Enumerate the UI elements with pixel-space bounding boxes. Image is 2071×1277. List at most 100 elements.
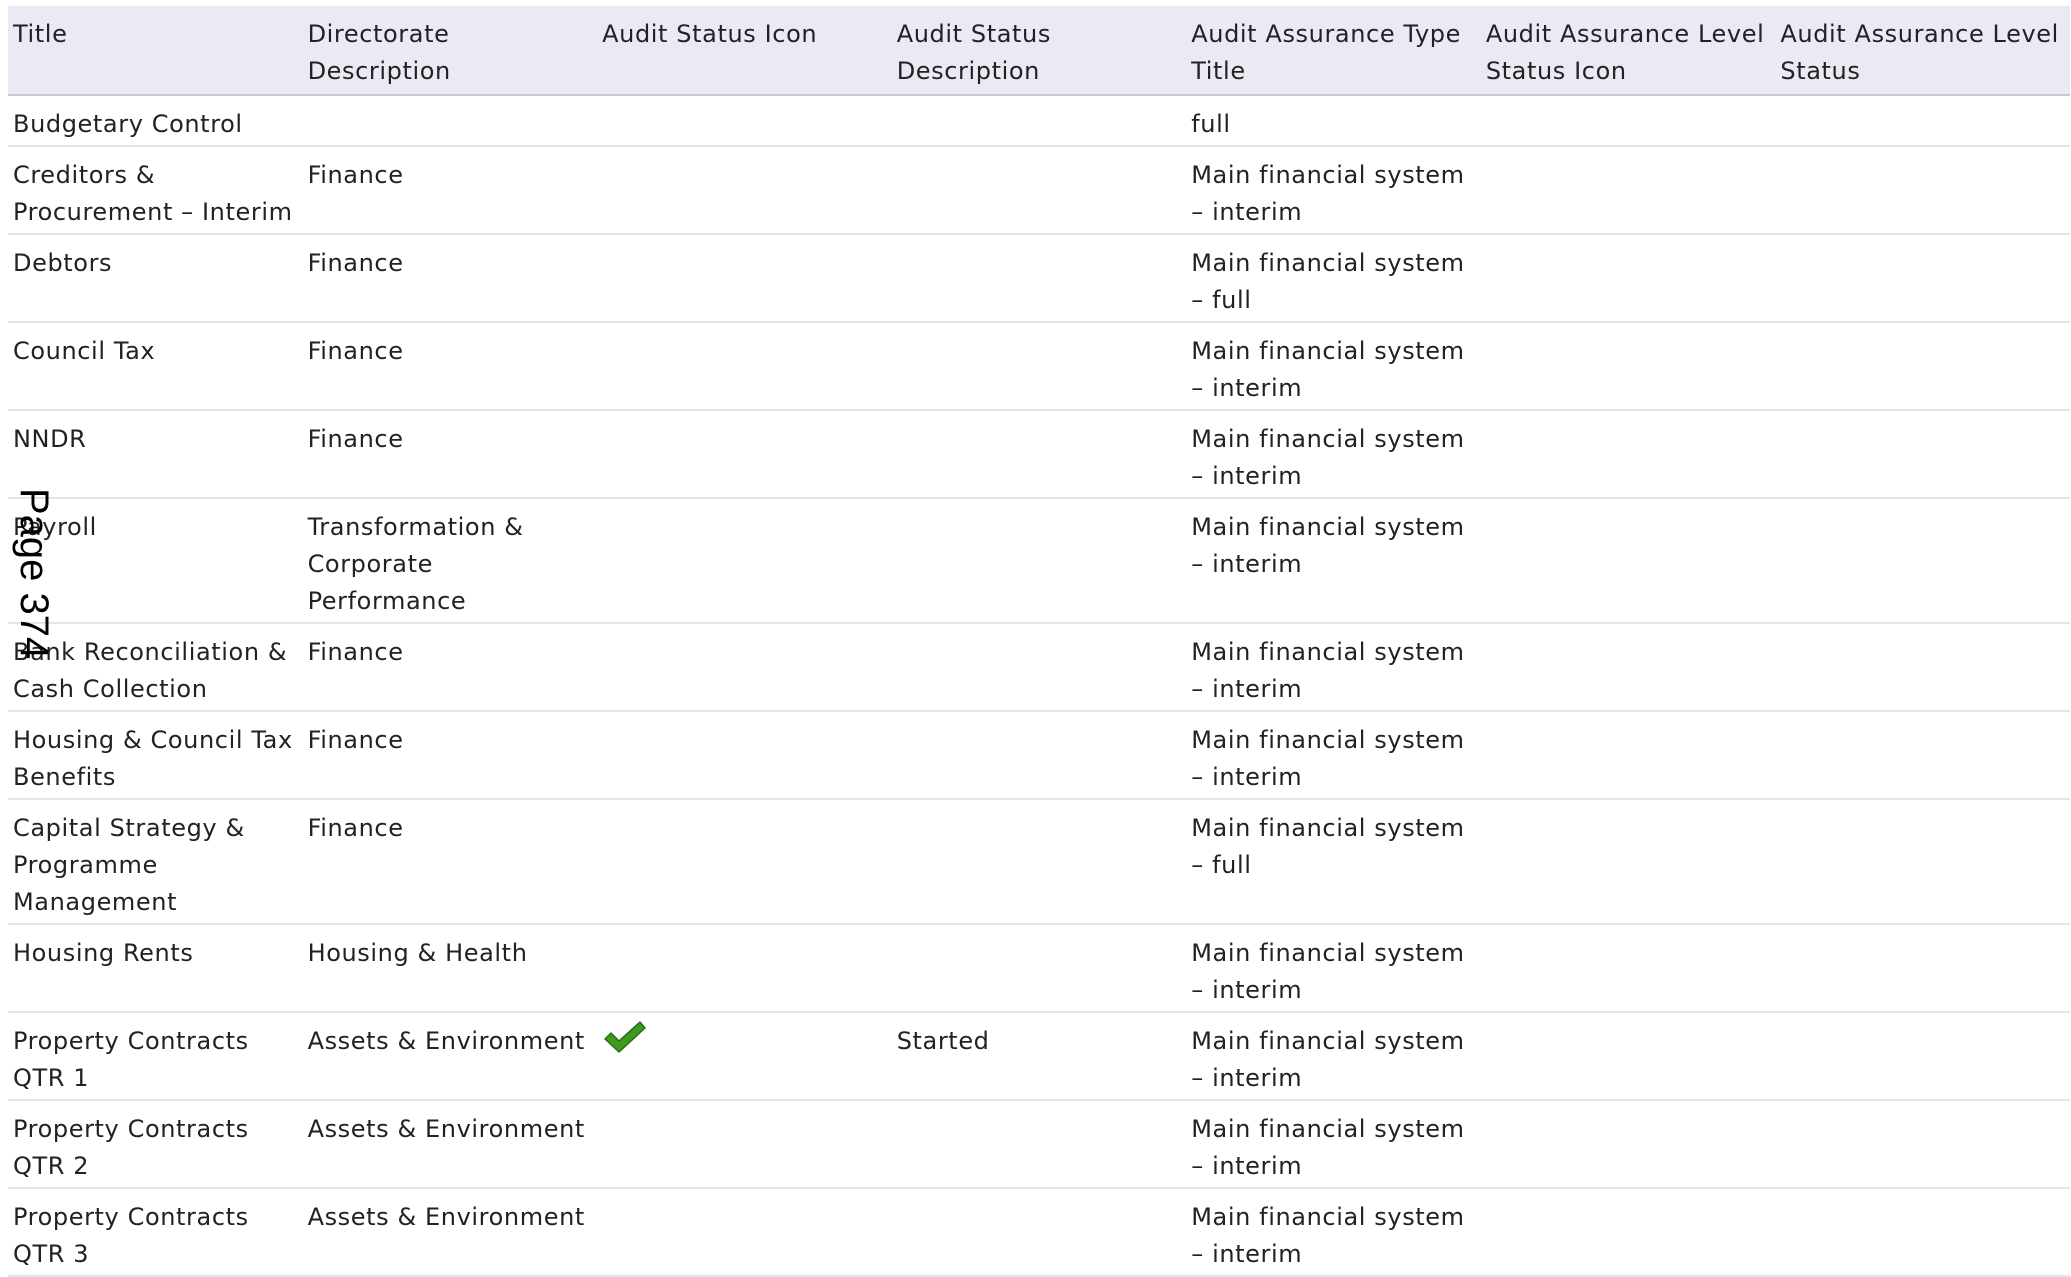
assurance-type-text: Main financial system – interim (1191, 726, 1465, 791)
assurance-level-status-cell (1775, 410, 2070, 499)
directorate-text: Finance (307, 161, 404, 189)
table-row: Payroll Transformation & Corporate Perfor… (8, 498, 2070, 624)
assurance-type-cell: Main financial system – full (1186, 234, 1481, 323)
title-text: NNDR (13, 425, 87, 453)
audit-status-description-cell (891, 924, 1187, 1013)
table-row: Council Tax Finance Main financial system … (8, 322, 2070, 411)
directorate-cell: Housing & Health (302, 924, 598, 1013)
assurance-type-cell: full (1186, 95, 1481, 147)
title-cell: Property Contracts QTR 1 (8, 1012, 303, 1101)
audit-status-description-cell (891, 234, 1187, 323)
assurance-type-text: Main financial system – interim (1191, 638, 1465, 703)
assurance-type-cell: Main financial system – interim (1186, 924, 1481, 1013)
title-text: Capital Strategy & Programme Management (13, 814, 245, 916)
audit-status-icon-cell (597, 924, 892, 1013)
directorate-cell: Finance (302, 410, 598, 499)
table-row: Property Contracts QTR 1 Assets & Environ… (8, 1012, 2070, 1101)
directorate-cell (302, 95, 598, 147)
assurance-level-icon-cell (1480, 498, 1776, 624)
assurance-level-status-cell (1775, 1100, 2070, 1189)
assurance-level-icon-cell (1480, 924, 1776, 1013)
assurance-type-cell: Main financial system – interim (1186, 1012, 1481, 1101)
column-header-audit-status-icon: Audit Status Icon (597, 6, 892, 96)
directorate-text: Assets & Environment (307, 1115, 585, 1143)
assurance-level-icon-cell (1480, 95, 1776, 147)
audit-status-description-cell (891, 410, 1187, 499)
table-row: Budgetary Control full (8, 95, 2070, 147)
directorate-cell: Assets & Environment (302, 1012, 598, 1101)
audit-status-description-cell (891, 1188, 1187, 1277)
title-cell: Housing Rents (8, 924, 303, 1013)
title-text: Property Contracts QTR 1 (13, 1027, 249, 1092)
title-text: Housing & Council Tax Benefits (13, 726, 293, 791)
directorate-cell: Finance (302, 234, 598, 323)
directorate-text: Assets & Environment (307, 1027, 585, 1055)
title-cell: NNDR (8, 410, 303, 499)
audit-report-table: Title Directorate Description Audit Stat… (8, 6, 2070, 1277)
assurance-level-status-cell (1775, 322, 2070, 411)
audit-status-icon-cell (597, 95, 892, 147)
directorate-cell: Finance (302, 322, 598, 411)
assurance-level-status-cell (1775, 146, 2070, 235)
table-row: NNDR Finance Main financial system – inter… (8, 410, 2070, 499)
table-row: Bank Reconciliation & Cash Collection Fin… (8, 623, 2070, 712)
directorate-text: Finance (307, 425, 404, 453)
audit-status-icon-cell (597, 623, 892, 712)
audit-status-description-cell (891, 95, 1187, 147)
column-header-audit-assurance-level-status: Audit Assurance Level Status (1775, 6, 2070, 96)
audit-status-description-text: Started (896, 1027, 990, 1055)
title-text: Debtors (13, 249, 113, 277)
title-cell: Housing & Council Tax Benefits (8, 711, 303, 800)
audit-status-icon-cell (597, 1188, 892, 1277)
directorate-cell: Finance (302, 146, 598, 235)
directorate-cell: Finance (302, 711, 598, 800)
audit-status-description-cell (891, 498, 1187, 624)
assurance-level-icon-cell (1480, 623, 1776, 712)
audit-status-description-cell (891, 146, 1187, 235)
assurance-type-text: Main financial system – interim (1191, 1203, 1465, 1268)
assurance-level-status-cell (1775, 234, 2070, 323)
assurance-level-status-cell (1775, 711, 2070, 800)
title-cell: Property Contracts QTR 3 (8, 1188, 303, 1277)
audit-status-icon-cell (597, 146, 892, 235)
assurance-level-icon-cell (1480, 1100, 1776, 1189)
assurance-type-cell: Main financial system – interim (1186, 410, 1481, 499)
title-text: Creditors & Procurement – Interim (13, 161, 293, 226)
title-text: Council Tax (13, 337, 156, 365)
assurance-type-cell: Main financial system – interim (1186, 711, 1481, 800)
assurance-level-icon-cell (1480, 146, 1776, 235)
green-check-icon (602, 1019, 648, 1055)
audit-status-icon-cell (597, 1100, 892, 1189)
audit-status-icon-cell (597, 1012, 892, 1101)
assurance-type-cell: Main financial system – interim (1186, 498, 1481, 624)
assurance-type-cell: Main financial system – interim (1186, 1188, 1481, 1277)
column-header-audit-status-description: Audit Status Description (891, 6, 1187, 96)
assurance-type-text: Main financial system – interim (1191, 1027, 1465, 1092)
directorate-cell: Finance (302, 799, 598, 925)
directorate-text: Finance (307, 814, 404, 842)
title-text: Property Contracts QTR 3 (13, 1203, 249, 1268)
audit-status-description-cell: Started (891, 1012, 1187, 1101)
assurance-level-icon-cell (1480, 1188, 1776, 1277)
header-row: Title Directorate Description Audit Stat… (8, 6, 2070, 96)
page-number-label: Page 374 (12, 488, 56, 660)
assurance-type-text: Main financial system – full (1191, 814, 1465, 879)
table-row: Property Contracts QTR 3 Assets & Environ… (8, 1188, 2070, 1277)
assurance-level-icon-cell (1480, 410, 1776, 499)
directorate-text: Finance (307, 726, 404, 754)
directorate-cell: Transformation & Corporate Performance (302, 498, 598, 624)
directorate-text: Finance (307, 249, 404, 277)
assurance-type-cell: Main financial system – interim (1186, 1100, 1481, 1189)
audit-status-description-cell (891, 711, 1187, 800)
assurance-type-text: Main financial system – interim (1191, 1115, 1465, 1180)
audit-status-description-cell (891, 623, 1187, 712)
table-row: Property Contracts QTR 2 Assets & Environ… (8, 1100, 2070, 1189)
assurance-type-text: Main financial system – interim (1191, 939, 1465, 1004)
assurance-type-text: full (1191, 110, 1231, 138)
directorate-cell: Assets & Environment (302, 1188, 598, 1277)
table-row: Housing Rents Housing & Health Main financ… (8, 924, 2070, 1013)
directorate-cell: Assets & Environment (302, 1100, 598, 1189)
assurance-type-text: Main financial system – interim (1191, 513, 1465, 578)
audit-status-icon-cell (597, 322, 892, 411)
directorate-text: Housing & Health (307, 939, 528, 967)
